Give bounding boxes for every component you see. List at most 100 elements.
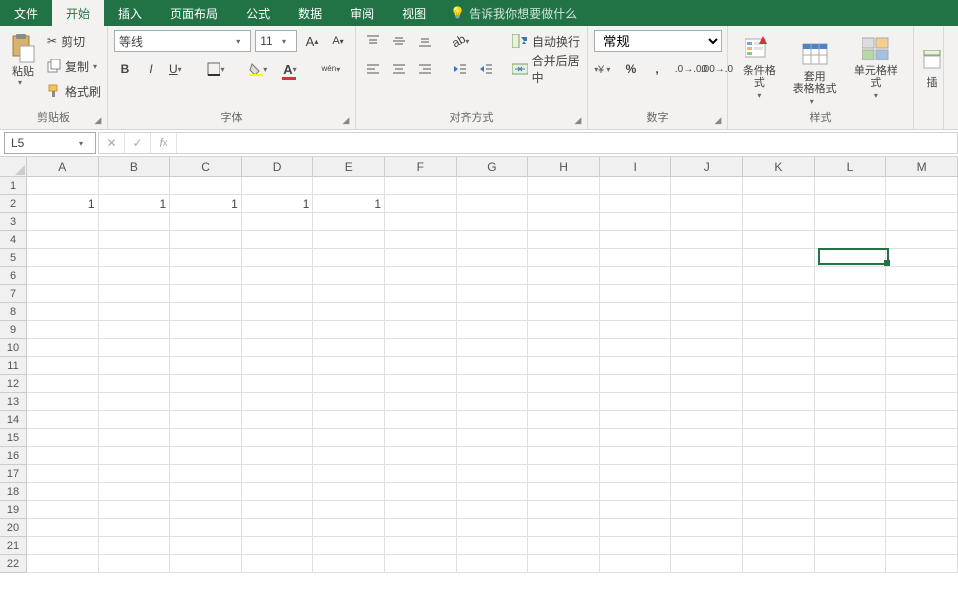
- cell-E1[interactable]: [313, 177, 385, 195]
- cell-E12[interactable]: [313, 375, 385, 393]
- col-header-I[interactable]: I: [600, 157, 672, 176]
- border-button[interactable]: ▾: [204, 58, 234, 80]
- row-header-15[interactable]: 15: [0, 429, 26, 447]
- cell-D1[interactable]: [242, 177, 314, 195]
- cell-H1[interactable]: [528, 177, 600, 195]
- cell-M2[interactable]: [886, 195, 958, 213]
- tab-页面布局[interactable]: 页面布局: [156, 0, 232, 26]
- cell-H16[interactable]: [528, 447, 600, 465]
- cell-K9[interactable]: [743, 321, 815, 339]
- cell-L17[interactable]: [815, 465, 887, 483]
- tell-me[interactable]: 💡告诉我你想要做什么: [440, 0, 587, 26]
- cell-D14[interactable]: [242, 411, 314, 429]
- cell-M4[interactable]: [886, 231, 958, 249]
- cell-L4[interactable]: [815, 231, 887, 249]
- cell-G22[interactable]: [457, 555, 529, 573]
- cell-E16[interactable]: [313, 447, 385, 465]
- cell-C8[interactable]: [170, 303, 242, 321]
- cell-M17[interactable]: [886, 465, 958, 483]
- cell-M3[interactable]: [886, 213, 958, 231]
- cell-B16[interactable]: [99, 447, 171, 465]
- cell-F20[interactable]: [385, 519, 457, 537]
- paste-button[interactable]: 粘贴 ▾: [6, 30, 40, 89]
- cell-C17[interactable]: [170, 465, 242, 483]
- cell-L22[interactable]: [815, 555, 887, 573]
- cell-F18[interactable]: [385, 483, 457, 501]
- row-header-1[interactable]: 1: [0, 177, 26, 195]
- cell-H9[interactable]: [528, 321, 600, 339]
- cell-C6[interactable]: [170, 267, 242, 285]
- font-size-combo[interactable]: 11▾: [255, 30, 297, 52]
- cell-J14[interactable]: [671, 411, 743, 429]
- cell-I5[interactable]: [600, 249, 672, 267]
- cell-H7[interactable]: [528, 285, 600, 303]
- cell-A3[interactable]: [27, 213, 99, 231]
- cell-J3[interactable]: [671, 213, 743, 231]
- align-right-button[interactable]: [414, 58, 436, 80]
- cell-J9[interactable]: [671, 321, 743, 339]
- cell-B18[interactable]: [99, 483, 171, 501]
- cell-A12[interactable]: [27, 375, 99, 393]
- cell-K5[interactable]: [743, 249, 815, 267]
- cell-G9[interactable]: [457, 321, 529, 339]
- cell-K16[interactable]: [743, 447, 815, 465]
- row-header-22[interactable]: 22: [0, 555, 26, 573]
- cell-I9[interactable]: [600, 321, 672, 339]
- increase-font-button[interactable]: A▴: [301, 30, 323, 52]
- cell-A15[interactable]: [27, 429, 99, 447]
- cell-A5[interactable]: [27, 249, 99, 267]
- cell-D22[interactable]: [242, 555, 314, 573]
- cell-C12[interactable]: [170, 375, 242, 393]
- cell-G4[interactable]: [457, 231, 529, 249]
- cell-J12[interactable]: [671, 375, 743, 393]
- orientation-button[interactable]: ab▾: [449, 30, 478, 52]
- cell-C19[interactable]: [170, 501, 242, 519]
- cell-H13[interactable]: [528, 393, 600, 411]
- tab-数据[interactable]: 数据: [284, 0, 336, 26]
- cell-L1[interactable]: [815, 177, 887, 195]
- cell-A22[interactable]: [27, 555, 99, 573]
- cell-K21[interactable]: [743, 537, 815, 555]
- tab-开始[interactable]: 开始: [52, 0, 104, 26]
- cell-B8[interactable]: [99, 303, 171, 321]
- cell-J11[interactable]: [671, 357, 743, 375]
- cell-L20[interactable]: [815, 519, 887, 537]
- cell-G18[interactable]: [457, 483, 529, 501]
- cell-H22[interactable]: [528, 555, 600, 573]
- cell-A21[interactable]: [27, 537, 99, 555]
- cell-B21[interactable]: [99, 537, 171, 555]
- cell-M22[interactable]: [886, 555, 958, 573]
- cell-G16[interactable]: [457, 447, 529, 465]
- cell-E9[interactable]: [313, 321, 385, 339]
- cell-A18[interactable]: [27, 483, 99, 501]
- cell-M10[interactable]: [886, 339, 958, 357]
- cell-F16[interactable]: [385, 447, 457, 465]
- cell-A14[interactable]: [27, 411, 99, 429]
- cell-A2[interactable]: 1: [27, 195, 99, 213]
- cell-D20[interactable]: [242, 519, 314, 537]
- cell-A17[interactable]: [27, 465, 99, 483]
- cell-K8[interactable]: [743, 303, 815, 321]
- cell-K20[interactable]: [743, 519, 815, 537]
- cell-C5[interactable]: [170, 249, 242, 267]
- cell-J22[interactable]: [671, 555, 743, 573]
- col-header-B[interactable]: B: [99, 157, 171, 176]
- worksheet-grid[interactable]: ABCDEFGHIJKLM 12345678910111213141516171…: [0, 157, 958, 606]
- cell-I18[interactable]: [600, 483, 672, 501]
- cell-G20[interactable]: [457, 519, 529, 537]
- number-format-combo[interactable]: 常规: [594, 30, 722, 52]
- cell-D16[interactable]: [242, 447, 314, 465]
- cell-B10[interactable]: [99, 339, 171, 357]
- cell-G3[interactable]: [457, 213, 529, 231]
- cell-A19[interactable]: [27, 501, 99, 519]
- cell-K10[interactable]: [743, 339, 815, 357]
- row-header-20[interactable]: 20: [0, 519, 26, 537]
- row-header-12[interactable]: 12: [0, 375, 26, 393]
- cell-E4[interactable]: [313, 231, 385, 249]
- cell-J18[interactable]: [671, 483, 743, 501]
- cell-I6[interactable]: [600, 267, 672, 285]
- col-header-M[interactable]: M: [886, 157, 958, 176]
- cell-C18[interactable]: [170, 483, 242, 501]
- cell-B20[interactable]: [99, 519, 171, 537]
- row-header-9[interactable]: 9: [0, 321, 26, 339]
